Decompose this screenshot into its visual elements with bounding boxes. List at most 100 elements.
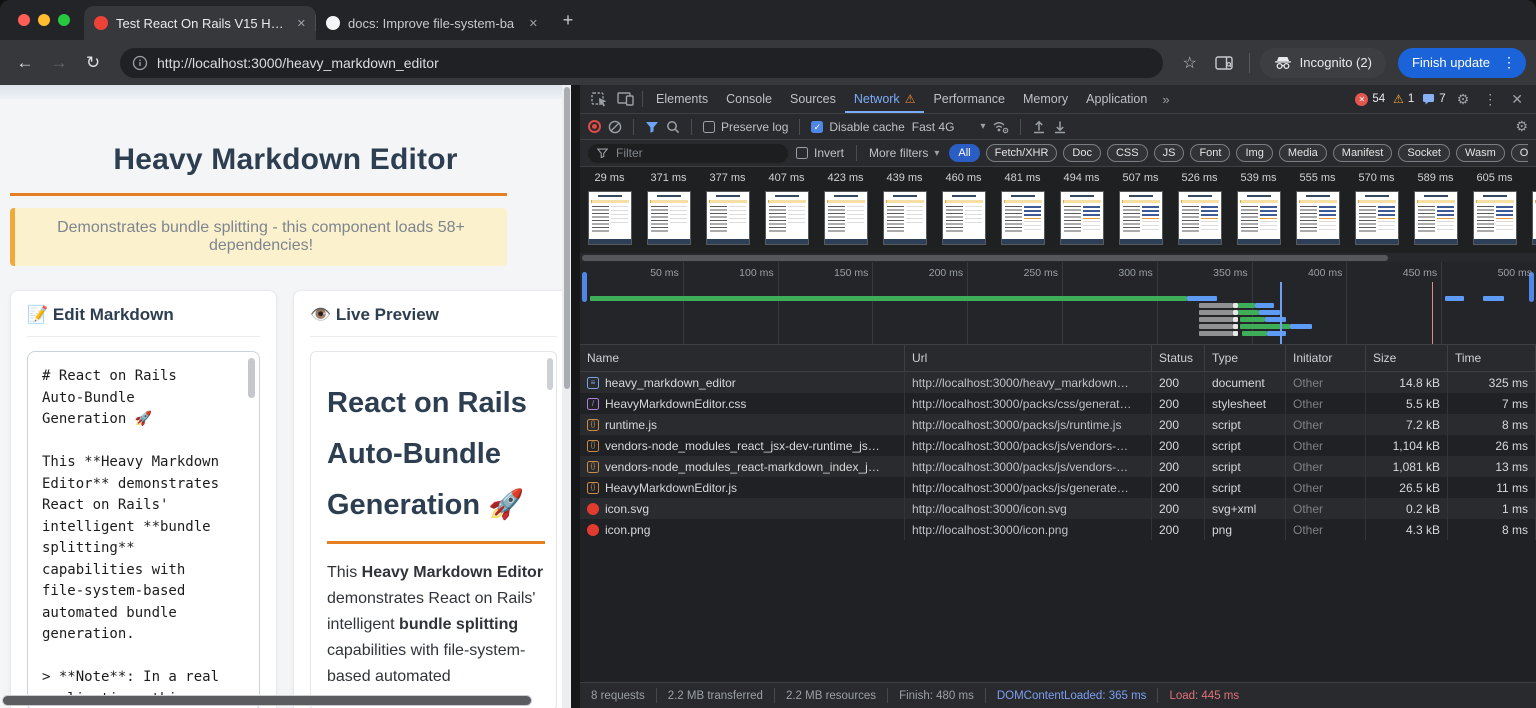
devtools-tab-network[interactable]: Network⚠ bbox=[845, 85, 925, 113]
filter-chip-other[interactable]: Other bbox=[1511, 144, 1528, 162]
filmstrip-frame[interactable]: 377 ms bbox=[698, 172, 757, 253]
preserve-log-checkbox[interactable]: Preserve log bbox=[703, 120, 788, 134]
warning-count-badge[interactable]: ⚠1 bbox=[1393, 92, 1414, 106]
devtools-tab-performance[interactable]: Performance bbox=[924, 85, 1014, 113]
overview-left-handle[interactable] bbox=[582, 272, 587, 302]
network-request-row[interactable]: icon.pnghttp://localhost:3000/icon.png20… bbox=[580, 519, 1536, 540]
bookmark-star-icon[interactable]: ☆ bbox=[1175, 48, 1205, 78]
filmstrip-frame[interactable]: 555 ms bbox=[1288, 172, 1347, 253]
devtools-resize-handle[interactable] bbox=[571, 85, 580, 708]
filter-input-wrapper[interactable] bbox=[588, 144, 788, 163]
network-request-row[interactable]: {}HeavyMarkdownEditor.jshttp://localhost… bbox=[580, 477, 1536, 498]
filmstrip-frame[interactable]: 570 ms bbox=[1347, 172, 1406, 253]
maximize-window-button[interactable] bbox=[58, 14, 70, 26]
clear-network-log-button[interactable] bbox=[608, 120, 622, 134]
inspect-element-icon[interactable] bbox=[586, 88, 612, 110]
filter-chip-socket[interactable]: Socket bbox=[1398, 144, 1450, 162]
filter-chip-font[interactable]: Font bbox=[1190, 144, 1230, 162]
column-header-type[interactable]: Type bbox=[1205, 345, 1286, 371]
device-toolbar-icon[interactable] bbox=[612, 88, 638, 110]
more-tabs-button[interactable]: » bbox=[1156, 92, 1175, 107]
tab-close-icon[interactable]: ✕ bbox=[297, 17, 306, 30]
throttling-select[interactable]: Fast 4G ▾ bbox=[912, 120, 986, 134]
filter-chip-wasm[interactable]: Wasm bbox=[1456, 144, 1505, 162]
site-info-icon[interactable] bbox=[132, 55, 148, 71]
filmstrip-frame[interactable]: 589 ms bbox=[1406, 172, 1465, 253]
search-icon[interactable] bbox=[666, 120, 680, 134]
tab-close-icon[interactable]: ✕ bbox=[529, 17, 538, 30]
preview-scrollbar[interactable] bbox=[547, 358, 553, 390]
filter-chip-media[interactable]: Media bbox=[1279, 144, 1327, 162]
filter-chip-css[interactable]: CSS bbox=[1107, 144, 1148, 162]
network-request-row[interactable]: {}vendors-node_modules_react_jsx-dev-run… bbox=[580, 435, 1536, 456]
filmstrip-scrollbar[interactable] bbox=[580, 253, 1536, 262]
filter-chip-img[interactable]: Img bbox=[1236, 144, 1272, 162]
update-menu-icon[interactable]: ⋮ bbox=[1498, 54, 1520, 71]
devtools-tab-memory[interactable]: Memory bbox=[1014, 85, 1077, 113]
finish-update-button[interactable]: Finish update ⋮ bbox=[1398, 48, 1526, 78]
textarea-scrollbar[interactable] bbox=[248, 358, 255, 398]
filter-input[interactable] bbox=[614, 145, 754, 161]
side-panel-icon[interactable] bbox=[1209, 48, 1239, 78]
close-window-button[interactable] bbox=[18, 14, 30, 26]
forward-button[interactable]: → bbox=[44, 48, 74, 78]
network-request-row[interactable]: ≡heavy_markdown_editorhttp://localhost:3… bbox=[580, 372, 1536, 393]
filter-chip-fetchxhr[interactable]: Fetch/XHR bbox=[986, 144, 1058, 162]
disable-cache-checkbox[interactable]: ✓ Disable cache bbox=[811, 120, 904, 134]
filter-chip-manifest[interactable]: Manifest bbox=[1333, 144, 1393, 162]
filmstrip-frame[interactable]: 539 ms bbox=[1229, 172, 1288, 253]
filter-toggle-icon[interactable] bbox=[645, 121, 659, 133]
more-filters-button[interactable]: More filters ▾ bbox=[869, 146, 939, 160]
record-network-log-button[interactable] bbox=[588, 120, 601, 133]
incognito-badge[interactable]: Incognito (2) bbox=[1260, 48, 1386, 78]
new-tab-button[interactable]: + bbox=[554, 6, 582, 34]
filmstrip-frame[interactable]: 494 ms bbox=[1052, 172, 1111, 253]
filmstrip-frame[interactable]: 507 ms bbox=[1111, 172, 1170, 253]
filmstrip-frame[interactable]: 407 ms bbox=[757, 172, 816, 253]
filter-chip-doc[interactable]: Doc bbox=[1063, 144, 1101, 162]
filmstrip-frame[interactable]: 371 ms bbox=[639, 172, 698, 253]
devtools-close-icon[interactable]: ✕ bbox=[1508, 91, 1526, 108]
network-overview[interactable]: 50 ms100 ms150 ms200 ms250 ms300 ms350 m… bbox=[580, 262, 1536, 345]
filmstrip-frame[interactable]: 460 ms bbox=[934, 172, 993, 253]
filmstrip-frame[interactable]: 439 ms bbox=[875, 172, 934, 253]
network-request-row[interactable]: /HeavyMarkdownEditor.csshttp://localhost… bbox=[580, 393, 1536, 414]
reload-button[interactable]: ↻ bbox=[78, 48, 108, 78]
filmstrip-frame[interactable]: 605 ms bbox=[1465, 172, 1524, 253]
page-horizontal-scrollbar[interactable] bbox=[2, 695, 532, 706]
browser-tab[interactable]: Test React On Rails V15 Hello✕ bbox=[84, 6, 316, 40]
issues-count-badge[interactable]: 7 bbox=[1422, 93, 1445, 105]
browser-tab[interactable]: docs: Improve file-system-ba✕ bbox=[316, 6, 548, 40]
devtools-tab-console[interactable]: Console bbox=[717, 85, 781, 113]
column-header-initiator[interactable]: Initiator bbox=[1286, 345, 1366, 371]
error-count-badge[interactable]: ✕54 bbox=[1355, 93, 1385, 106]
column-header-name[interactable]: Name bbox=[580, 345, 905, 371]
export-har-icon[interactable] bbox=[1053, 120, 1067, 134]
address-bar[interactable]: http://localhost:3000/heavy_markdown_edi… bbox=[120, 48, 1163, 78]
column-header-url[interactable]: Url bbox=[905, 345, 1152, 371]
column-header-size[interactable]: Size bbox=[1366, 345, 1448, 371]
invert-checkbox[interactable]: Invert bbox=[796, 146, 844, 160]
network-conditions-icon[interactable] bbox=[992, 120, 1009, 134]
devtools-settings-gear-icon[interactable]: ⚙ bbox=[1454, 91, 1473, 108]
column-header-time[interactable]: Time bbox=[1448, 345, 1536, 371]
import-har-icon[interactable] bbox=[1032, 120, 1046, 134]
filmstrip-frame[interactable]: 526 ms bbox=[1170, 172, 1229, 253]
network-request-row[interactable]: {}vendors-node_modules_react-markdown_in… bbox=[580, 456, 1536, 477]
filmstrip-frame[interactable] bbox=[1524, 172, 1536, 253]
devtools-tab-elements[interactable]: Elements bbox=[647, 85, 717, 113]
markdown-textarea[interactable]: # React on Rails Auto-Bundle Generation … bbox=[27, 351, 260, 708]
network-request-row[interactable]: {}runtime.jshttp://localhost:3000/packs/… bbox=[580, 414, 1536, 435]
devtools-menu-kebab-icon[interactable]: ⋮ bbox=[1480, 91, 1500, 108]
column-header-status[interactable]: Status bbox=[1152, 345, 1205, 371]
filmstrip-frame[interactable]: 481 ms bbox=[993, 172, 1052, 253]
devtools-tab-application[interactable]: Application bbox=[1077, 85, 1156, 113]
back-button[interactable]: ← bbox=[10, 48, 40, 78]
filter-chip-all[interactable]: All bbox=[949, 144, 979, 162]
devtools-tab-sources[interactable]: Sources bbox=[781, 85, 845, 113]
filmstrip-frame[interactable]: 423 ms bbox=[816, 172, 875, 253]
minimize-window-button[interactable] bbox=[38, 14, 50, 26]
filmstrip-frame[interactable]: 29 ms bbox=[580, 172, 639, 253]
filter-chip-js[interactable]: JS bbox=[1154, 144, 1185, 162]
network-request-row[interactable]: icon.svghttp://localhost:3000/icon.svg20… bbox=[580, 498, 1536, 519]
